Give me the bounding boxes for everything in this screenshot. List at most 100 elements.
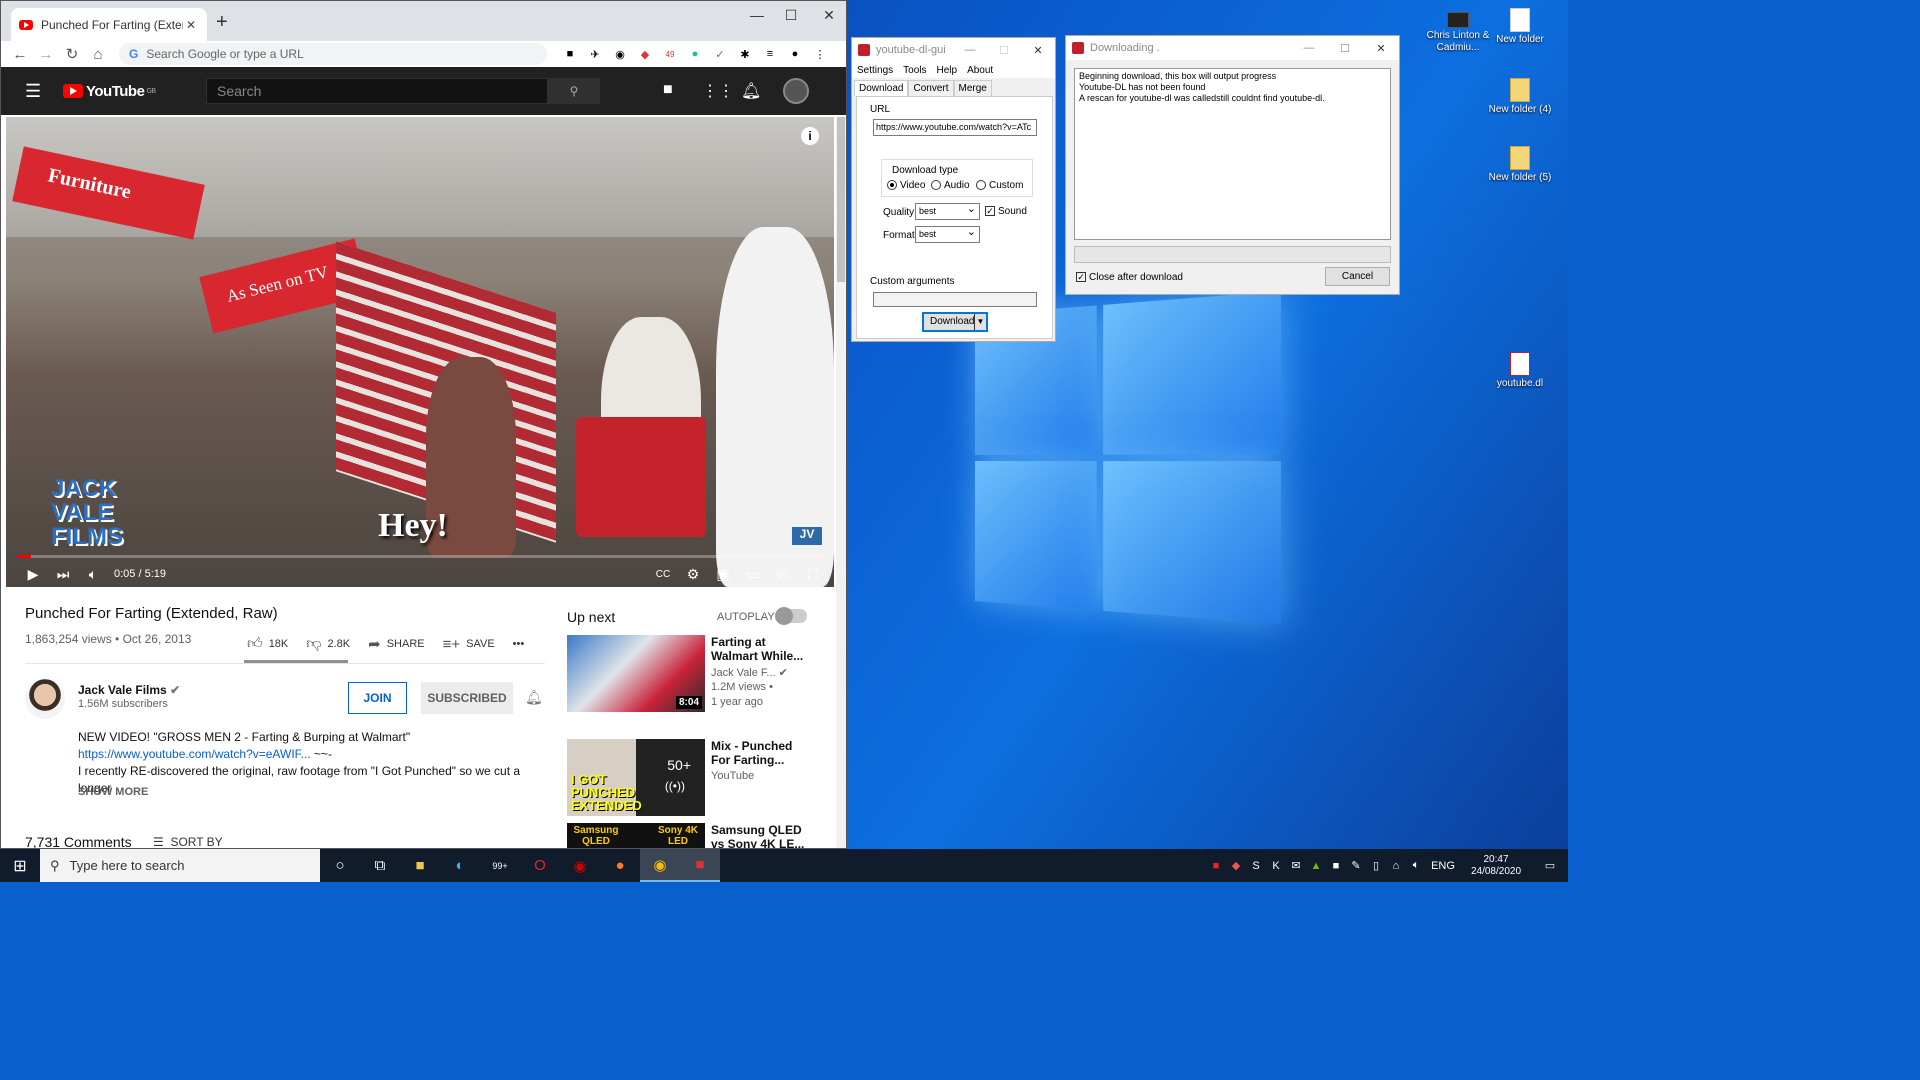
search-icon[interactable]: ⚲	[548, 78, 600, 104]
windows-start-icon[interactable]: ⊞	[0, 856, 40, 876]
close-tab-icon[interactable]: ✕	[183, 18, 199, 32]
battery-icon[interactable]: ▯	[1366, 859, 1386, 872]
url-input[interactable]: https://www.youtube.com/watch?v=ATc	[873, 119, 1037, 136]
join-button[interactable]: JOIN	[348, 682, 407, 714]
create-video-icon[interactable]: ■	[663, 81, 673, 99]
tab-convert[interactable]: Convert	[908, 80, 953, 96]
menu-help[interactable]: Help	[937, 65, 958, 76]
maximize-button[interactable]: ☐	[987, 44, 1021, 57]
notifications-icon[interactable]: ▭	[1532, 859, 1568, 872]
channel-avatar[interactable]	[25, 679, 65, 719]
close-button[interactable]: ✕	[1021, 44, 1055, 57]
extension-icon[interactable]: ◆	[634, 46, 656, 62]
next-icon[interactable]: ⏭	[48, 566, 78, 583]
show-more-button[interactable]: SHOW MORE	[78, 786, 148, 798]
file-explorer-icon[interactable]: ■	[400, 849, 440, 882]
network-icon[interactable]: ⌂	[1386, 860, 1406, 872]
fullscreen-icon[interactable]: ⛶	[798, 566, 828, 583]
extension-icon[interactable]: ◉	[609, 46, 631, 62]
channel-name[interactable]: Jack Vale Films ✔	[78, 683, 180, 697]
cancel-button[interactable]: Cancel	[1325, 267, 1390, 286]
desktop-icon-new-folder-4[interactable]: New folder (4)	[1488, 78, 1552, 116]
minimize-button[interactable]: —	[1291, 42, 1327, 54]
browser-tab[interactable]: Punched For Farting (Extended, R ✕	[11, 8, 207, 41]
dropdown-arrow-icon[interactable]: ▼	[974, 314, 986, 330]
sort-by-button[interactable]: ☰ SORT BY	[153, 835, 223, 849]
format-select[interactable]: best	[915, 226, 980, 243]
puzzle-icon[interactable]: ✱	[734, 46, 756, 62]
tray-app-icon[interactable]: S	[1246, 860, 1266, 872]
menu-dots-icon[interactable]: ⋮	[809, 46, 831, 62]
account-avatar[interactable]	[783, 78, 809, 104]
desktop-icon-youtube-dl[interactable]: youtube.dl	[1488, 352, 1552, 390]
radio-video[interactable]: Video	[887, 180, 925, 191]
menu-tools[interactable]: Tools	[903, 65, 926, 76]
miniplayer-icon[interactable]: ▣	[708, 566, 738, 583]
menu-about[interactable]: About	[967, 65, 993, 76]
extension-badge-icon[interactable]: 49	[659, 46, 681, 62]
dislike-button[interactable]: 👎︎ 2.8K	[306, 635, 350, 653]
tab-download[interactable]: Download	[854, 80, 908, 96]
download-button[interactable]: Download ▼	[922, 312, 988, 332]
video-player[interactable]: Furniture As Seen on TV JACK VALE FILMS …	[6, 117, 834, 587]
save-button[interactable]: ≡+ SAVE	[443, 636, 495, 653]
new-tab-button[interactable]: +	[216, 11, 228, 34]
close-window-button[interactable]: ✕	[811, 7, 847, 24]
captions-icon[interactable]: CC	[648, 569, 678, 580]
recommended-video[interactable]: 8:04 Farting at Walmart While... Jack Va…	[567, 635, 817, 713]
radio-custom[interactable]: Custom	[976, 180, 1023, 191]
quality-select[interactable]: best	[915, 203, 980, 220]
like-button[interactable]: 👍︎ 18K	[247, 635, 288, 653]
cast-icon[interactable]: ⎚	[768, 566, 798, 583]
opera-icon[interactable]: O	[520, 849, 560, 882]
cortana-icon[interactable]: ○	[320, 849, 360, 882]
desktop-icon-chris-linton[interactable]: Chris Linton & Cadmiu...	[1426, 12, 1490, 54]
volume-icon[interactable]: 🔈︎	[1406, 859, 1426, 872]
youtube-search-input[interactable]: Search	[206, 78, 548, 104]
extension-icon[interactable]: ✓	[709, 46, 731, 62]
play-icon[interactable]: ▶	[18, 566, 48, 583]
address-bar[interactable]: G Search Google or type a URL	[119, 43, 547, 65]
notification-bell-icon[interactable]: 🔔︎	[525, 689, 543, 706]
home-icon[interactable]: ⌂	[85, 46, 111, 63]
tray-app-icon[interactable]: ■	[1206, 860, 1226, 872]
tray-app-icon[interactable]: ■	[1326, 860, 1346, 872]
chrome-icon[interactable]: ◉	[640, 849, 680, 882]
firefox-icon[interactable]: ●	[600, 849, 640, 882]
app-icon[interactable]: ◉	[560, 849, 600, 882]
settings-gear-icon[interactable]: ⚙	[678, 566, 708, 583]
desktop-icon-new-folder-5[interactable]: New folder (5)	[1488, 146, 1552, 184]
forward-icon[interactable]: →	[33, 46, 59, 63]
edge-icon[interactable]: ◐	[440, 849, 480, 882]
youtube-dl-gui-taskbar-icon[interactable]: ■	[680, 849, 720, 882]
notifications-bell-icon[interactable]: 🔔︎	[741, 81, 761, 101]
extension-icon[interactable]: ✈	[584, 46, 606, 62]
nvidia-icon[interactable]: ▲	[1306, 860, 1326, 872]
tray-app-icon[interactable]: ✉	[1286, 859, 1306, 872]
minimize-button[interactable]: —	[739, 7, 775, 23]
grammarly-icon[interactable]: ●	[684, 46, 706, 62]
sound-checkbox[interactable]: ✓ Sound	[985, 206, 1027, 217]
maximize-button[interactable]: ☐	[773, 7, 809, 24]
close-after-download-checkbox[interactable]: ✓ Close after download	[1076, 272, 1183, 283]
recommended-mix[interactable]: I GOT PUNCHED EXTENDED 50+ ((•)) Mix - P…	[567, 739, 817, 817]
profile-avatar[interactable]: ●	[784, 46, 806, 62]
description-link[interactable]: https://www.youtube.com/watch?v=eAWIF...	[78, 747, 311, 761]
hamburger-icon[interactable]: ☰	[25, 81, 45, 102]
autoplay-toggle[interactable]	[777, 609, 807, 623]
back-icon[interactable]: ←	[7, 46, 33, 63]
close-button[interactable]: ✕	[1363, 42, 1399, 55]
media-icon[interactable]: ≡	[759, 46, 781, 62]
recommended-video[interactable]: Samsung QLED Sony 4K LED Samsung QLED vs…	[567, 823, 817, 849]
reload-icon[interactable]: ↻	[59, 45, 85, 63]
custom-arguments-input[interactable]	[873, 292, 1037, 307]
radio-audio[interactable]: Audio	[931, 180, 970, 191]
task-view-icon[interactable]: ⧉	[360, 849, 400, 882]
more-actions-button[interactable]: •••	[513, 638, 525, 650]
share-button[interactable]: ➦ SHARE	[368, 635, 424, 653]
language-indicator[interactable]: ENG	[1426, 860, 1460, 872]
minimize-button[interactable]: —	[953, 44, 987, 56]
menu-settings[interactable]: Settings	[857, 65, 893, 76]
youtube-logo[interactable]: YouTube GB	[63, 83, 156, 100]
tab-merge[interactable]: Merge	[954, 80, 992, 96]
